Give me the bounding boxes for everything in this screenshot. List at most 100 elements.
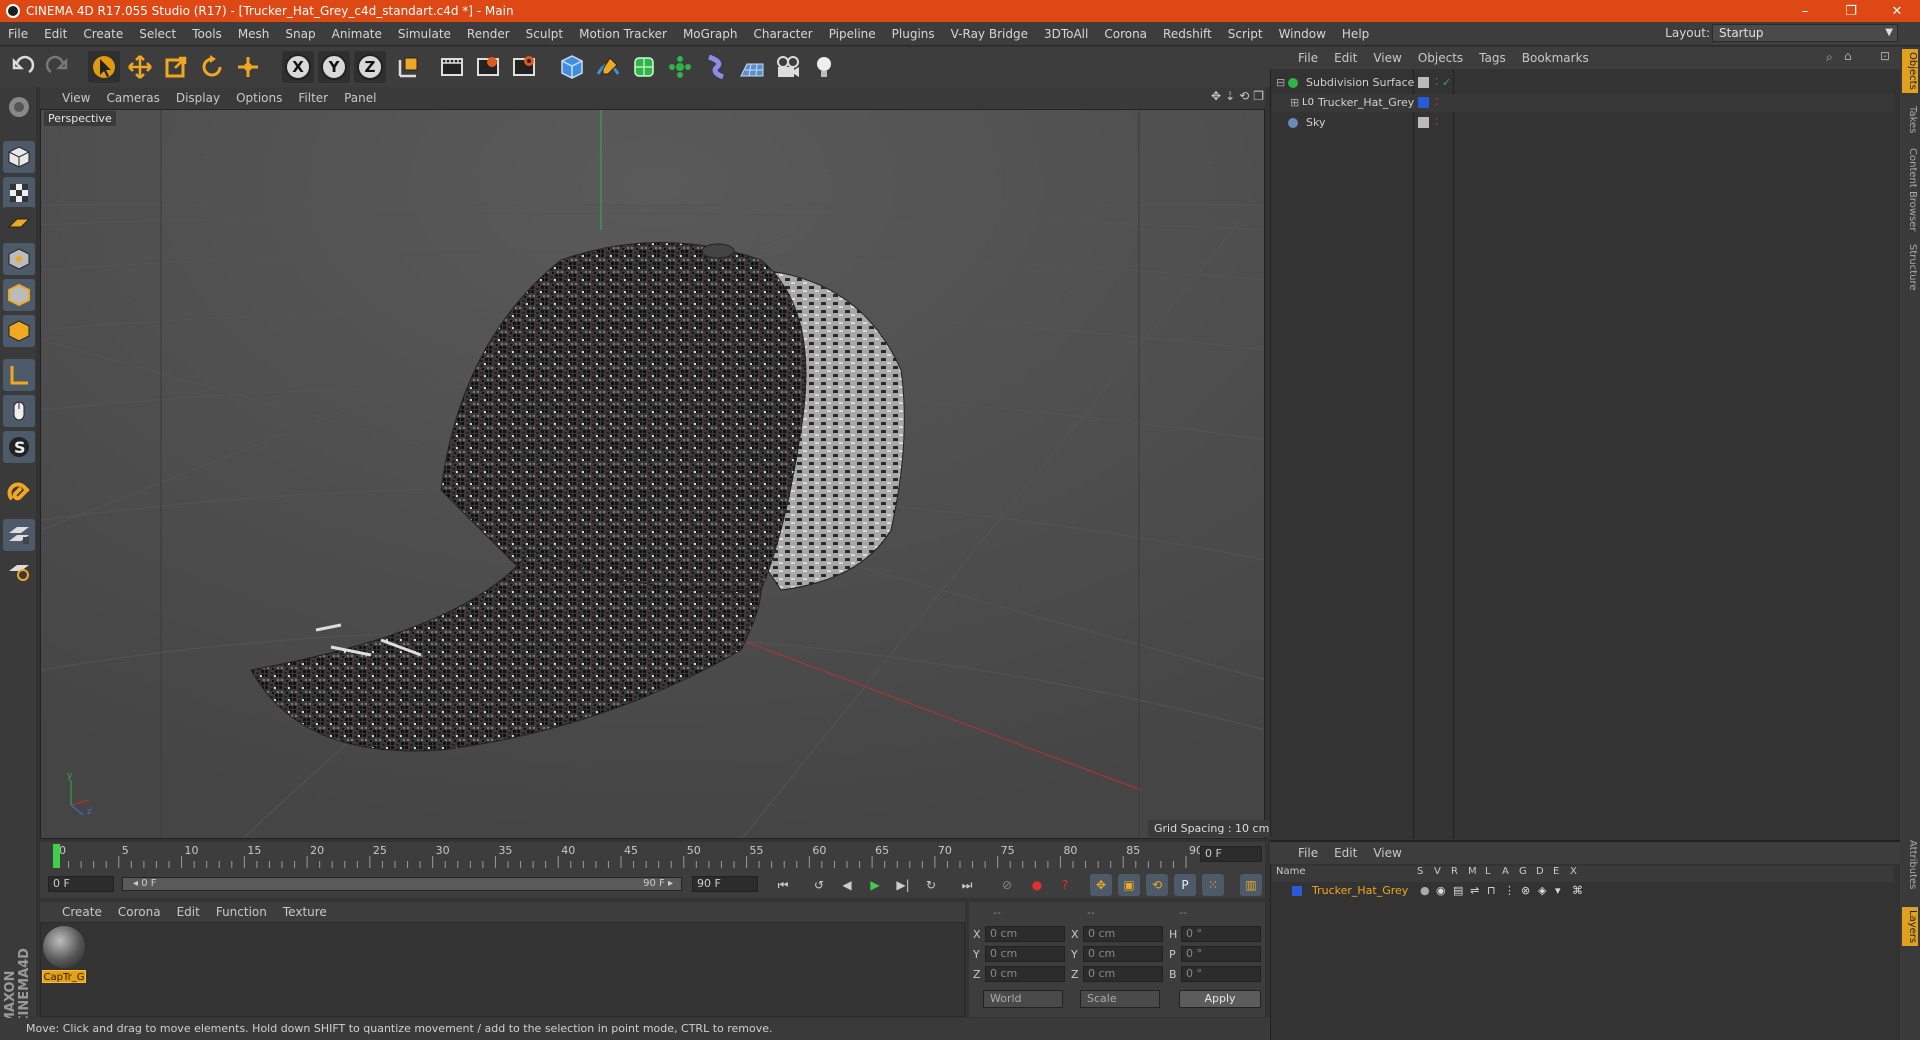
position-z-field[interactable]: 0 cm	[985, 966, 1065, 982]
eye-icon[interactable]: ◉	[1436, 882, 1446, 899]
go-to-end-icon[interactable]: ⏭	[956, 874, 978, 896]
layer-col-render[interactable]: R	[1451, 866, 1458, 877]
floor-icon[interactable]	[736, 51, 768, 83]
menu-tools[interactable]: Tools	[184, 27, 230, 41]
material-name[interactable]: CapTr_G	[42, 970, 86, 983]
tab-content-browser[interactable]: Content Browser	[1902, 145, 1918, 234]
z-axis-lock-button[interactable]: Z	[354, 51, 386, 83]
layer-col-animation[interactable]: A	[1502, 866, 1509, 877]
object-row-sky[interactable]: Sky ⁚	[1272, 114, 1894, 132]
menu-snap[interactable]: Snap	[277, 27, 323, 41]
material-menu-corona[interactable]: Corona	[110, 905, 169, 919]
deformer-icon[interactable]	[700, 51, 732, 83]
go-to-start-icon[interactable]: ⏮	[772, 874, 794, 896]
generator-icon[interactable]: ⊗	[1521, 882, 1530, 899]
layer-col-name[interactable]: Name	[1276, 866, 1306, 877]
restore-button[interactable]: ❐	[1828, 0, 1874, 22]
lock-icon[interactable]: ⊓	[1487, 882, 1496, 899]
menu-help[interactable]: Help	[1334, 27, 1377, 41]
visibility-dots-icon[interactable]: ⁚	[1435, 114, 1438, 132]
render-picture-viewer-icon[interactable]	[472, 51, 504, 83]
size-z-field[interactable]: 0 cm	[1083, 966, 1163, 982]
menu-plugins[interactable]: Plugins	[884, 27, 943, 41]
play-icon[interactable]: ▶	[864, 874, 886, 896]
material-preview-icon[interactable]	[43, 926, 85, 968]
texture-mode-icon[interactable]	[3, 177, 35, 209]
layer-col-manager[interactable]: M	[1468, 866, 1477, 877]
workplane-icon[interactable]	[3, 207, 35, 239]
material-menu-texture[interactable]: Texture	[275, 905, 335, 919]
light-icon[interactable]	[808, 51, 840, 83]
layer-name[interactable]: Trucker_Hat_Grey	[1312, 882, 1408, 899]
x-axis-lock-button[interactable]: X	[282, 51, 314, 83]
key-point-level-icon[interactable]: ⁙	[1202, 874, 1224, 896]
next-frame-icon[interactable]: ▶|	[892, 874, 914, 896]
polygons-mode-icon[interactable]	[3, 315, 35, 347]
viewport-menu-filter[interactable]: Filter	[290, 91, 336, 105]
viewport-menu-display[interactable]: Display	[168, 91, 228, 105]
camera-icon[interactable]	[772, 51, 804, 83]
xref-icon[interactable]: ⌘	[1572, 882, 1583, 899]
redo-icon[interactable]	[42, 51, 74, 83]
expression-icon[interactable]: ▾	[1555, 882, 1561, 899]
object-name[interactable]: Trucker_Hat_Grey	[1318, 94, 1414, 112]
menu-character[interactable]: Character	[745, 27, 820, 41]
previous-frame-icon[interactable]: ◀	[836, 874, 858, 896]
menu-vray-bridge[interactable]: V-Ray Bridge	[943, 27, 1036, 41]
record-icon[interactable]: ●	[1026, 874, 1048, 896]
layer-col-xref[interactable]: X	[1570, 866, 1577, 877]
end-frame-field[interactable]: 90 F	[692, 876, 758, 892]
cube-icon[interactable]	[556, 51, 588, 83]
workplane-mode-icon[interactable]	[3, 555, 35, 587]
tab-takes[interactable]: Takes	[1902, 103, 1918, 136]
position-y-field[interactable]: 0 cm	[985, 946, 1065, 962]
viewport-menu-cameras[interactable]: Cameras	[98, 91, 167, 105]
layer-col-deformers[interactable]: D	[1536, 866, 1544, 877]
layer-col-view[interactable]: V	[1434, 866, 1441, 877]
timeline-window-icon[interactable]: ▥	[1240, 874, 1262, 896]
layer-col-solo[interactable]: S	[1417, 866, 1423, 877]
visibility-dots-icon[interactable]: ⁚	[1435, 94, 1438, 112]
expand-icon[interactable]: ⊞	[1290, 94, 1299, 112]
perspective-viewport[interactable]: y z	[40, 109, 1265, 839]
menu-window[interactable]: Window	[1271, 27, 1334, 41]
undo-icon[interactable]	[6, 51, 38, 83]
menu-corona[interactable]: Corona	[1096, 27, 1155, 41]
subdivision-icon[interactable]	[628, 51, 660, 83]
key-parameter-icon[interactable]: P	[1174, 874, 1196, 896]
enabled-check-icon[interactable]: ✓	[1442, 74, 1451, 92]
layer-menu-edit[interactable]: Edit	[1326, 846, 1365, 860]
rotation-h-field[interactable]: 0 °	[1181, 926, 1261, 942]
live-select-icon[interactable]	[232, 51, 264, 83]
menu-render[interactable]: Render	[459, 27, 518, 41]
playhead[interactable]	[53, 844, 60, 868]
tab-structure[interactable]: Structure	[1902, 241, 1918, 294]
previous-key-icon[interactable]: ↺	[808, 874, 830, 896]
array-icon[interactable]	[664, 51, 696, 83]
next-key-icon[interactable]: ↻	[920, 874, 942, 896]
menu-sculpt[interactable]: Sculpt	[518, 27, 571, 41]
apply-button[interactable]: Apply	[1179, 990, 1261, 1008]
object-menu-edit[interactable]: Edit	[1326, 51, 1365, 65]
layer-color-swatch[interactable]	[1292, 886, 1302, 896]
orbit-icon[interactable]: ⟲	[1239, 89, 1249, 103]
tab-layers[interactable]: Layers	[1902, 907, 1918, 947]
viewport-menu-panel[interactable]: Panel	[336, 91, 384, 105]
tab-objects[interactable]: Objects	[1902, 49, 1918, 93]
object-menu-bookmarks[interactable]: Bookmarks	[1514, 51, 1597, 65]
layer-col-generators[interactable]: G	[1519, 866, 1527, 877]
menu-create[interactable]: Create	[75, 27, 131, 41]
magnet-icon[interactable]	[3, 477, 35, 509]
menu-simulate[interactable]: Simulate	[390, 27, 459, 41]
object-menu-tags[interactable]: Tags	[1471, 51, 1514, 65]
close-button[interactable]: ✕	[1874, 0, 1920, 22]
position-x-field[interactable]: 0 cm	[985, 926, 1065, 942]
current-frame-field[interactable]: 0 F	[1200, 846, 1262, 862]
tweak-mode-icon[interactable]	[3, 395, 35, 427]
menu-mesh[interactable]: Mesh	[230, 27, 278, 41]
home-icon[interactable]: ⌂	[1844, 49, 1852, 63]
key-scale-icon[interactable]: ▣	[1118, 874, 1140, 896]
key-rotation-icon[interactable]: ⟲	[1146, 874, 1168, 896]
tab-attributes[interactable]: Attributes	[1902, 837, 1918, 892]
model-mode-icon[interactable]	[3, 141, 35, 173]
